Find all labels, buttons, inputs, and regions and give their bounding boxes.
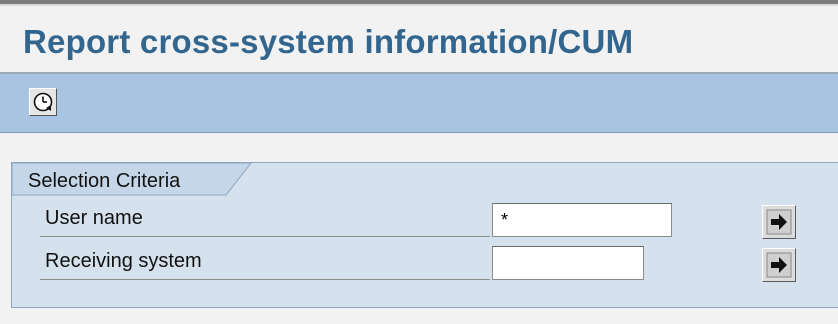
field-row-user-name: User name [40, 203, 820, 239]
row-underline [40, 236, 490, 237]
application-toolbar [0, 74, 838, 133]
execute-clock-icon [33, 92, 53, 112]
page-title: Report cross-system information/CUM [23, 23, 634, 60]
right-arrow-icon [766, 209, 792, 235]
selection-criteria-group: Selection Criteria User name Receiving s… [11, 162, 838, 308]
receiving-system-multiple-selection-button[interactable] [762, 248, 796, 282]
group-title-tab: Selection Criteria [12, 163, 252, 196]
field-row-receiving-system: Receiving system [40, 246, 820, 282]
user-name-input[interactable] [492, 203, 672, 237]
row-underline [40, 279, 490, 280]
report-page: Report cross-system information/CUM Sele… [0, 0, 838, 324]
user-name-multiple-selection-button[interactable] [762, 205, 796, 239]
right-arrow-icon [766, 252, 792, 278]
user-name-label: User name [45, 207, 143, 229]
window-top-highlight [0, 4, 838, 6]
receiving-system-label: Receiving system [45, 250, 202, 272]
execute-button[interactable] [29, 88, 57, 116]
group-title: Selection Criteria [28, 170, 181, 192]
receiving-system-input[interactable] [492, 246, 644, 280]
